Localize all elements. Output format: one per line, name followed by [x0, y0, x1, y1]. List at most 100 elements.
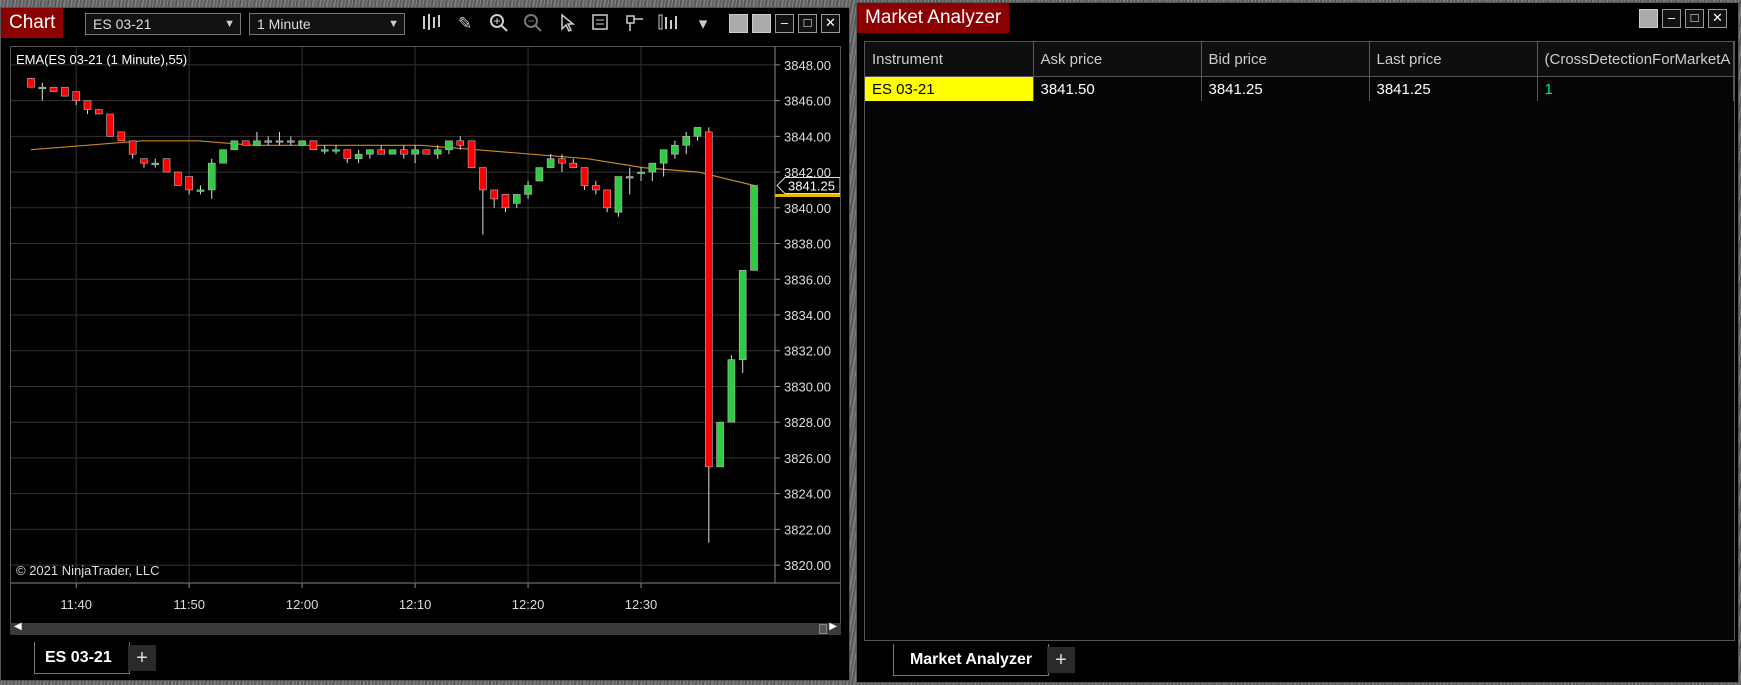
analyzer-table: Instrument Ask price Bid price Last pric… — [865, 42, 1734, 101]
chart-tab-bar: ES 03-21 + — [1, 638, 849, 680]
close-button[interactable]: ✕ — [1708, 9, 1727, 28]
y-tick-label: 3822.00 — [784, 522, 831, 537]
close-button[interactable]: ✕ — [821, 14, 840, 33]
candle-body — [38, 86, 47, 90]
column-header-bid[interactable]: Bid price — [1201, 42, 1370, 77]
candle-body — [546, 158, 555, 168]
y-tick-label: 3824.00 — [784, 487, 831, 502]
drawing-tool-icon[interactable]: ✎ — [453, 13, 477, 35]
y-tick-label: 3846.00 — [784, 94, 831, 109]
chart-panel[interactable]: 3848.00 3846.00 3844.00 3842.00 3840.00 3838.… — [10, 46, 841, 632]
indicators-icon[interactable] — [657, 13, 681, 35]
candle-body — [185, 176, 193, 191]
candle-body — [705, 131, 713, 468]
candle-body — [241, 140, 250, 146]
column-header-cross-detection[interactable]: (CrossDetectionForMarketA — [1537, 42, 1734, 77]
scroll-right-icon[interactable]: ▶ — [829, 621, 837, 632]
chevron-down-icon: ▼ — [224, 18, 235, 30]
candle-body — [140, 158, 148, 164]
candle-body — [94, 109, 103, 115]
cell-cross-detection[interactable]: 1 — [1537, 76, 1734, 101]
candle-body — [162, 158, 171, 173]
candle-body — [377, 149, 386, 155]
candle-body — [117, 131, 126, 142]
candle-body — [49, 86, 58, 92]
candle-body — [219, 149, 227, 164]
analyzer-window-title: Market Analyzer — [857, 3, 1010, 33]
chart-titlebar[interactable]: Chart ES 03-21 ▼ 1 Minute ▼ ✎ ▾ – □ ✕ — [1, 8, 849, 39]
column-header-last[interactable]: Last price — [1369, 42, 1538, 77]
bar-type-icon[interactable] — [419, 13, 443, 35]
minimize-button[interactable]: – — [1662, 9, 1681, 28]
candle-body — [343, 149, 352, 159]
y-tick-label: 3840.00 — [784, 201, 831, 216]
cell-bid[interactable]: 3841.25 — [1201, 76, 1370, 101]
window-tile-icon[interactable] — [752, 14, 771, 33]
candle-body — [422, 149, 431, 155]
candle-body — [445, 140, 453, 151]
window-tile-icon[interactable] — [1639, 9, 1658, 28]
y-tick-label: 3820.00 — [784, 558, 831, 573]
header-row: Instrument Ask price Bid price Last pric… — [865, 42, 1734, 77]
y-tick-label: 3826.00 — [784, 451, 831, 466]
pointer-icon[interactable] — [555, 13, 579, 35]
cell-instrument[interactable]: ES 03-21 — [865, 76, 1034, 101]
interval-selector[interactable]: 1 Minute ▼ — [249, 13, 405, 35]
cell-ask[interactable]: 3841.50 — [1033, 76, 1202, 101]
indicator-label: EMA(ES 03-21 (1 Minute),55) — [16, 52, 187, 67]
candle-body — [61, 86, 69, 97]
maximize-button[interactable]: □ — [1685, 9, 1704, 28]
chevron-down-icon[interactable]: ▾ — [691, 13, 715, 35]
candle-body — [535, 167, 544, 182]
data-box-icon[interactable] — [589, 13, 613, 35]
add-tab-button[interactable]: + — [1047, 647, 1075, 673]
candle-body — [614, 176, 623, 213]
instrument-selector[interactable]: ES 03-21 ▼ — [85, 13, 241, 35]
candle-body — [467, 140, 476, 168]
candle-body — [750, 185, 758, 271]
candle-body — [603, 189, 611, 209]
analyzer-tab-bar: Market Analyzer + — [857, 640, 1738, 682]
zoom-out-icon[interactable] — [521, 13, 545, 35]
candle-body — [230, 140, 239, 151]
candle-body — [625, 176, 634, 179]
scroll-thumb[interactable] — [819, 624, 827, 634]
tab-es-03-21[interactable]: ES 03-21 — [34, 642, 130, 674]
candle-body — [388, 149, 397, 155]
column-header-instrument[interactable]: Instrument — [865, 42, 1034, 77]
tab-market-analyzer[interactable]: Market Analyzer — [893, 644, 1049, 676]
candle-body — [456, 140, 465, 146]
analyzer-grid[interactable]: Instrument Ask price Bid price Last pric… — [864, 41, 1735, 641]
candle-body — [332, 149, 340, 152]
candle-body — [72, 91, 80, 101]
candle-body — [738, 270, 747, 360]
candle-body — [83, 100, 92, 110]
chart-window-title: Chart — [1, 8, 64, 38]
minimize-button[interactable]: – — [775, 14, 794, 33]
candle-body — [399, 149, 408, 155]
cell-last[interactable]: 3841.25 — [1369, 76, 1538, 101]
candle-body — [106, 113, 114, 137]
maximize-button[interactable]: □ — [798, 14, 817, 33]
candle-body — [320, 149, 329, 152]
horizontal-scrollbar[interactable]: ◀ ▶ — [10, 621, 841, 635]
column-header-ask[interactable]: Ask price — [1033, 42, 1202, 77]
copyright-label: © 2021 NinjaTrader, LLC — [16, 563, 160, 578]
price-chart[interactable]: 3848.003846.003844.003842.003840.003838.… — [11, 47, 840, 623]
candle-body — [275, 140, 284, 143]
properties-icon[interactable] — [623, 13, 647, 35]
analyzer-titlebar[interactable]: Market Analyzer – □ ✕ — [857, 3, 1738, 34]
candle-body — [128, 140, 137, 155]
x-tick-label: 12:10 — [399, 597, 432, 612]
x-tick-label: 12:00 — [286, 597, 319, 612]
window-tile-icon[interactable] — [729, 14, 748, 33]
candle-body — [648, 162, 657, 173]
add-tab-button[interactable]: + — [128, 645, 156, 671]
table-row[interactable]: ES 03-21 3841.50 3841.25 3841.25 1 — [865, 76, 1734, 101]
candle-body — [151, 162, 160, 165]
candle-body — [433, 149, 442, 155]
scroll-left-icon[interactable]: ◀ — [14, 621, 22, 632]
y-tick-label: 3848.00 — [784, 58, 831, 73]
zoom-in-icon[interactable] — [487, 13, 511, 35]
x-tick-label: 11:50 — [173, 597, 205, 612]
